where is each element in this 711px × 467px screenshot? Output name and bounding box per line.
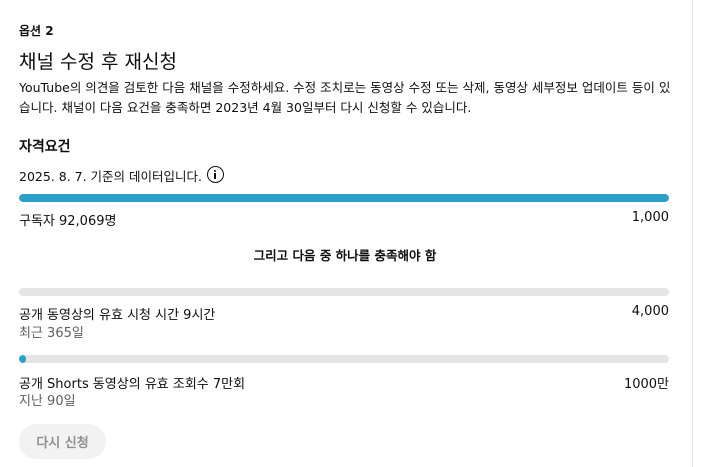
or-requirement-text: 그리고 다음 중 하나를 충족해야 함 xyxy=(253,248,437,263)
info-icon[interactable] xyxy=(207,166,224,183)
data-as-of-text: 2025. 8. 7. 기준의 데이터입니다. xyxy=(19,169,203,184)
shorts-views-metric-period: 지난 90일 xyxy=(19,394,76,409)
subscribers-metric-target: 1,000 xyxy=(631,210,669,225)
shorts-views-progress-bar xyxy=(19,355,669,363)
watch-hours-progress-bar xyxy=(19,288,669,296)
shorts-views-metric-target: 1000만 xyxy=(623,377,669,392)
subscribers-progress-fill xyxy=(19,194,669,202)
option-label: 옵션 2 xyxy=(19,24,54,38)
reapply-button[interactable]: 다시 신청 xyxy=(19,424,106,459)
watch-hours-metric-target: 4,000 xyxy=(631,304,669,319)
subscribers-progress-bar xyxy=(19,194,669,202)
shorts-views-progress-fill xyxy=(19,355,26,363)
eligibility-title: 자격요건 xyxy=(19,139,71,155)
option-description: YouTube의 의견을 검토한 다음 채널을 수정하세요. 수정 조치로는 동… xyxy=(19,80,671,115)
subscribers-metric-label: 구독자 92,069명 xyxy=(19,214,117,229)
option-title: 채널 수정 후 재신청 xyxy=(19,51,177,73)
watch-hours-metric-period: 최근 365일 xyxy=(19,326,84,341)
watch-hours-metric-label: 공개 동영상의 유효 시청 시간 9시간 xyxy=(19,308,216,323)
